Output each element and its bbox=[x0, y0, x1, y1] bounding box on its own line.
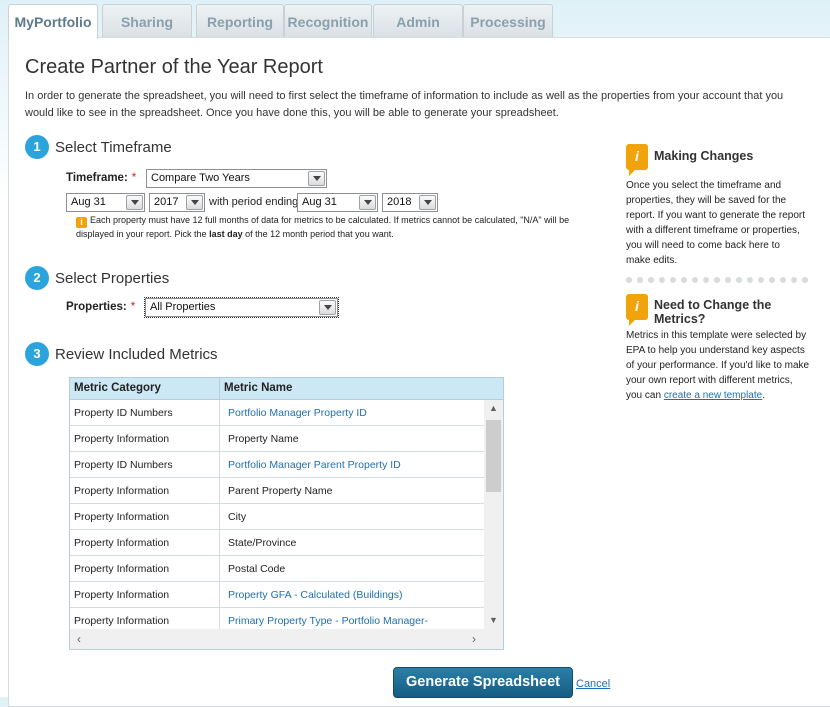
metric-category-cell: Property ID Numbers bbox=[74, 459, 173, 471]
metric-name-link[interactable]: Property GFA - Calculated (Buildings) bbox=[228, 589, 403, 601]
metrics-table: Metric Category Metric Name Property ID … bbox=[69, 377, 504, 650]
step-3-badge: 3 bbox=[25, 342, 49, 366]
metric-category-cell: Property Information bbox=[74, 589, 170, 601]
column-divider bbox=[219, 556, 220, 582]
generate-spreadsheet-button[interactable]: Generate Spreadsheet bbox=[393, 667, 573, 698]
info-icon: i bbox=[626, 144, 648, 176]
horizontal-scrollbar[interactable]: ‹ › bbox=[70, 629, 503, 649]
step-3-title: Review Included Metrics bbox=[55, 346, 218, 363]
table-row: Property Information Property Name bbox=[70, 426, 484, 452]
table-row: Property ID Numbers Portfolio Manager Pro… bbox=[70, 400, 484, 426]
step-2-badge: 2 bbox=[25, 266, 49, 290]
column-divider bbox=[219, 400, 220, 426]
scroll-thumb[interactable] bbox=[486, 420, 501, 492]
start-year-select[interactable]: 2017 bbox=[149, 193, 205, 212]
table-row: Property Information Property GFA - Calcu… bbox=[70, 582, 484, 608]
column-divider bbox=[219, 452, 220, 478]
scroll-up-icon[interactable]: ▲ bbox=[484, 400, 503, 417]
intro-text: In order to generate the spreadsheet, yo… bbox=[25, 90, 784, 119]
metric-name-cell: City bbox=[228, 511, 247, 523]
change-metrics-title: Need to Change the Metrics? bbox=[654, 298, 772, 326]
column-divider bbox=[219, 378, 220, 400]
making-changes-text: Once you select the timeframe and proper… bbox=[626, 180, 805, 266]
chevron-down-icon bbox=[319, 300, 336, 315]
scroll-left-icon[interactable]: ‹ bbox=[70, 629, 88, 649]
chevron-down-icon bbox=[308, 171, 325, 186]
chevron-down-icon bbox=[186, 195, 203, 210]
metric-name-link[interactable]: Primary Property Type - Portfolio Manage… bbox=[228, 615, 428, 627]
timeframe-note: Each property must have 12 full months o… bbox=[76, 215, 570, 239]
metric-category-cell: Property Information bbox=[74, 615, 170, 627]
period-ending-text: with period ending bbox=[209, 196, 299, 208]
end-year-select[interactable]: 2018 bbox=[382, 193, 438, 212]
change-metrics-text: Metrics in this template were selected b… bbox=[626, 330, 810, 401]
metric-name-cell: Postal Code bbox=[228, 563, 286, 575]
table-row: Property Information City bbox=[70, 504, 484, 530]
tab-admin[interactable]: Admin bbox=[373, 4, 463, 38]
cancel-link[interactable]: Cancel bbox=[576, 678, 610, 690]
tab-processing[interactable]: Processing bbox=[463, 4, 553, 38]
metric-name-link[interactable]: Portfolio Manager Property ID bbox=[228, 407, 367, 419]
column-divider bbox=[219, 478, 220, 504]
table-row: Property Information Postal Code bbox=[70, 556, 484, 582]
scroll-down-icon[interactable]: ▼ bbox=[484, 612, 503, 629]
tab-reporting[interactable]: Reporting bbox=[196, 4, 284, 38]
chevron-down-icon bbox=[359, 195, 376, 210]
column-divider bbox=[219, 504, 220, 530]
metric-category-cell: Property Information bbox=[74, 537, 170, 549]
info-icon: i bbox=[626, 294, 648, 326]
metric-category-cell: Property Information bbox=[74, 563, 170, 575]
scroll-right-icon[interactable]: › bbox=[465, 629, 483, 649]
metric-name-cell: State/Province bbox=[228, 537, 297, 549]
step-2-title: Select Properties bbox=[55, 270, 170, 287]
column-header-name[interactable]: Metric Name bbox=[224, 382, 292, 394]
properties-label: Properties: * bbox=[66, 301, 136, 313]
chevron-down-icon bbox=[419, 195, 436, 210]
chevron-down-icon bbox=[126, 195, 143, 210]
metric-category-cell: Property ID Numbers bbox=[74, 407, 173, 419]
timeframe-label: Timeframe: * bbox=[66, 172, 137, 184]
divider-dots bbox=[626, 277, 808, 283]
metric-name-cell: Parent Property Name bbox=[228, 485, 333, 497]
tab-sharing[interactable]: Sharing bbox=[102, 4, 192, 38]
column-divider bbox=[219, 426, 220, 452]
create-template-link[interactable]: create a new template bbox=[664, 390, 762, 401]
page-title: Create Partner of the Year Report bbox=[25, 56, 323, 78]
table-body: Property ID Numbers Portfolio Manager Pro… bbox=[70, 400, 484, 629]
making-changes-title: Making Changes bbox=[654, 149, 754, 163]
table-row: Property Information Parent Property Name bbox=[70, 478, 484, 504]
table-row: Property Information State/Province bbox=[70, 530, 484, 556]
column-divider bbox=[219, 608, 220, 629]
step-1-badge: 1 bbox=[25, 135, 49, 159]
column-divider bbox=[219, 582, 220, 608]
metric-category-cell: Property Information bbox=[74, 485, 170, 497]
table-row: Property ID Numbers Portfolio Manager Par… bbox=[70, 452, 484, 478]
metric-category-cell: Property Information bbox=[74, 511, 170, 523]
table-header: Metric Category Metric Name bbox=[70, 378, 503, 400]
step-1-title: Select Timeframe bbox=[55, 139, 172, 156]
tab-myportfolio[interactable]: MyPortfolio bbox=[8, 4, 98, 39]
metric-name-link[interactable]: Portfolio Manager Parent Property ID bbox=[228, 459, 401, 471]
timeframe-select[interactable]: Compare Two Years bbox=[146, 169, 327, 188]
tab-recognition[interactable]: Recognition bbox=[284, 4, 372, 38]
end-month-select[interactable]: Aug 31 bbox=[297, 193, 378, 212]
vertical-scrollbar[interactable]: ▲ ▼ bbox=[484, 400, 503, 629]
table-row: Property Information Primary Property Typ… bbox=[70, 608, 484, 629]
properties-select[interactable]: All Properties bbox=[144, 297, 339, 318]
content-panel: Create Partner of the Year Report In ord… bbox=[8, 37, 830, 707]
metric-category-cell: Property Information bbox=[74, 433, 170, 445]
start-month-select[interactable]: Aug 31 bbox=[66, 193, 145, 212]
column-divider bbox=[219, 530, 220, 556]
column-header-category[interactable]: Metric Category bbox=[74, 382, 161, 394]
metric-name-cell: Property Name bbox=[228, 433, 299, 445]
